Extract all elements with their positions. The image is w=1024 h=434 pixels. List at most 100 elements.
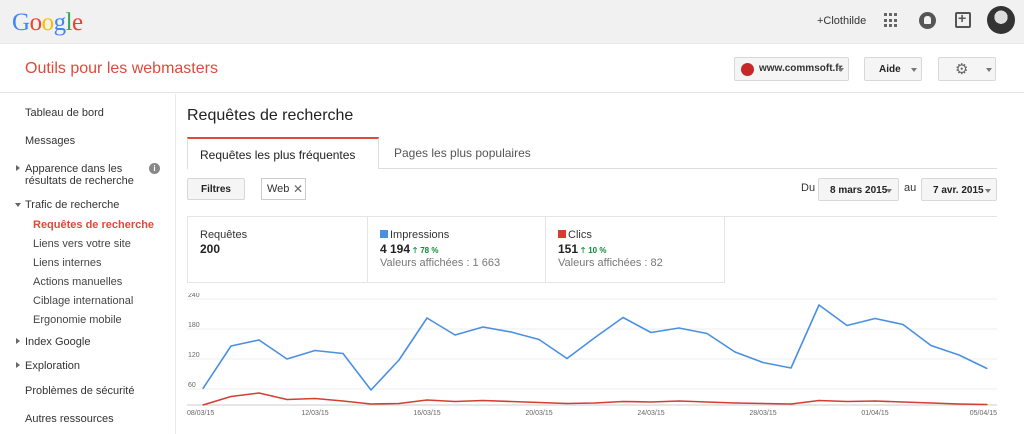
data-point-impressions (230, 345, 232, 347)
data-point-impressions (342, 352, 344, 355)
chevron-down-icon (986, 68, 992, 72)
sidebar-item-crawl[interactable]: Exploration (16, 360, 80, 372)
data-point-clics (986, 403, 988, 406)
chevron-down-icon (911, 68, 917, 72)
data-point-impressions (986, 367, 988, 370)
sidebar-item-links-to-site[interactable]: Liens vers votre site (33, 238, 131, 250)
filter-chip-label: Web (267, 183, 290, 195)
notifications-icon[interactable] (919, 12, 936, 29)
data-point-clics (342, 400, 344, 402)
metric-label-row: Impressions (380, 229, 449, 241)
data-point-clics (706, 401, 708, 403)
metric-change: 78 % (420, 246, 439, 255)
data-point-clics (258, 392, 260, 394)
metric-impressions[interactable]: Impressions 4 194 🡑 78 % Valeurs affichées… (368, 217, 546, 282)
y-tick-label: 120 (188, 352, 200, 359)
up-arrow-icon: 🡑 (413, 246, 418, 255)
date-to-value: 7 avr. 2015 (933, 185, 984, 196)
sidebar-item-label: résultats de recherche (25, 175, 134, 187)
metric-label-row: Clics (558, 229, 592, 241)
metric-label: Impressions (390, 229, 450, 241)
sidebar-item-dashboard[interactable]: Tableau de bord (25, 107, 104, 119)
metric-label: Requêtes (200, 229, 248, 241)
sidebar-item-messages[interactable]: Messages (25, 135, 75, 147)
apps-icon[interactable] (884, 13, 899, 28)
date-from-label: Du (801, 182, 816, 194)
sidebar-item-label: Index Google (25, 336, 91, 348)
data-point-impressions (846, 324, 848, 327)
sidebar-item-google-index[interactable]: Index Google (16, 336, 91, 348)
x-tick-label: 16/03/15 (413, 410, 440, 417)
user-link[interactable]: +Clothilde (817, 15, 866, 27)
x-tick-label: 05/04/15 (970, 410, 997, 417)
data-point-impressions (482, 326, 484, 328)
site-favicon-icon (741, 63, 754, 76)
sidebar-item-appearance[interactable]: Apparence dans les résultats de recherch… (16, 163, 134, 187)
info-icon[interactable]: i (149, 163, 160, 174)
y-tick-label: 240 (188, 293, 200, 299)
metric-value: 200 (200, 242, 221, 256)
filters-button[interactable]: Filtres (187, 178, 245, 200)
sidebar-item-internal-links[interactable]: Liens internes (33, 257, 102, 269)
sidebar-item-manual-actions[interactable]: Actions manuelles (33, 276, 122, 288)
data-point-impressions (426, 317, 428, 319)
x-tick-label: 01/04/15 (861, 410, 888, 417)
data-point-clics (874, 400, 876, 402)
data-point-clics (482, 399, 484, 402)
chevron-down-icon (838, 68, 844, 72)
metric-sub: Valeurs affichées : 1 663 (380, 257, 501, 269)
google-logo[interactable]: Google (12, 9, 83, 37)
impressions-swatch (380, 230, 388, 238)
data-point-impressions (706, 332, 708, 335)
data-point-clics (230, 395, 232, 398)
date-from-value: 8 mars 2015 (830, 185, 888, 196)
data-point-impressions (762, 361, 764, 364)
avatar[interactable] (987, 6, 1015, 34)
data-point-impressions (202, 387, 204, 390)
chevron-right-icon (16, 338, 20, 344)
tab-top-queries[interactable]: Requêtes les plus fréquentes (187, 137, 379, 169)
data-point-clics (314, 397, 316, 400)
tab-top-pages[interactable]: Pages les plus populaires (394, 137, 531, 169)
date-to-label: au (904, 182, 917, 194)
data-point-impressions (510, 331, 512, 333)
sidebar-item-search-queries[interactable]: Requêtes de recherche (33, 219, 154, 231)
sidebar-item-mobile-usability[interactable]: Ergonomie mobile (33, 314, 122, 326)
data-point-clics (398, 402, 400, 405)
data-point-clics (958, 403, 960, 405)
data-point-clics (454, 400, 456, 403)
data-point-clics (622, 400, 624, 403)
sidebar-item-label: Apparence dans les (25, 163, 123, 175)
data-point-clics (650, 401, 652, 403)
data-point-impressions (958, 354, 960, 356)
app-title[interactable]: Outils pour les webmasters (25, 60, 218, 78)
metric-change: 10 % (588, 246, 607, 255)
data-point-clics (818, 399, 820, 402)
close-icon[interactable]: ✕ (293, 182, 303, 196)
share-icon[interactable] (955, 10, 971, 28)
data-point-impressions (930, 344, 932, 347)
data-point-impressions (622, 316, 624, 319)
date-from-picker[interactable]: 8 mars 2015 (818, 178, 899, 201)
chevron-down-icon (15, 203, 21, 207)
metric-sub: Valeurs affichées : 82 (558, 257, 663, 269)
site-selector[interactable]: www.commsoft.fr (734, 57, 849, 81)
x-tick-label: 28/03/15 (749, 410, 776, 417)
date-to-picker[interactable]: 7 avr. 2015 (921, 178, 997, 201)
filter-chip-web: Web ✕ (261, 178, 306, 200)
settings-button[interactable]: ⚙ (938, 57, 996, 81)
data-point-impressions (370, 389, 372, 391)
data-point-clics (426, 399, 428, 401)
data-point-impressions (398, 359, 400, 361)
metric-clicks[interactable]: Clics 151 🡑 10 % Valeurs affichées : 82 (546, 217, 725, 282)
data-point-impressions (818, 304, 820, 306)
sidebar-item-search-traffic[interactable]: Trafic de recherche (15, 199, 119, 211)
y-tick-label: 180 (188, 322, 200, 329)
sidebar-item-international-targeting[interactable]: Ciblage international (33, 295, 133, 307)
data-point-impressions (258, 339, 260, 341)
performance-chart[interactable]: 60 120 180 240 08/03/15 12/03/15 16/03/15 20/03… (187, 293, 997, 420)
sidebar-item-other-resources[interactable]: Autres ressources (25, 413, 114, 425)
data-point-clics (678, 400, 680, 402)
help-button[interactable]: Aide (864, 57, 922, 81)
sidebar-item-security-issues[interactable]: Problèmes de sécurité (25, 385, 134, 397)
